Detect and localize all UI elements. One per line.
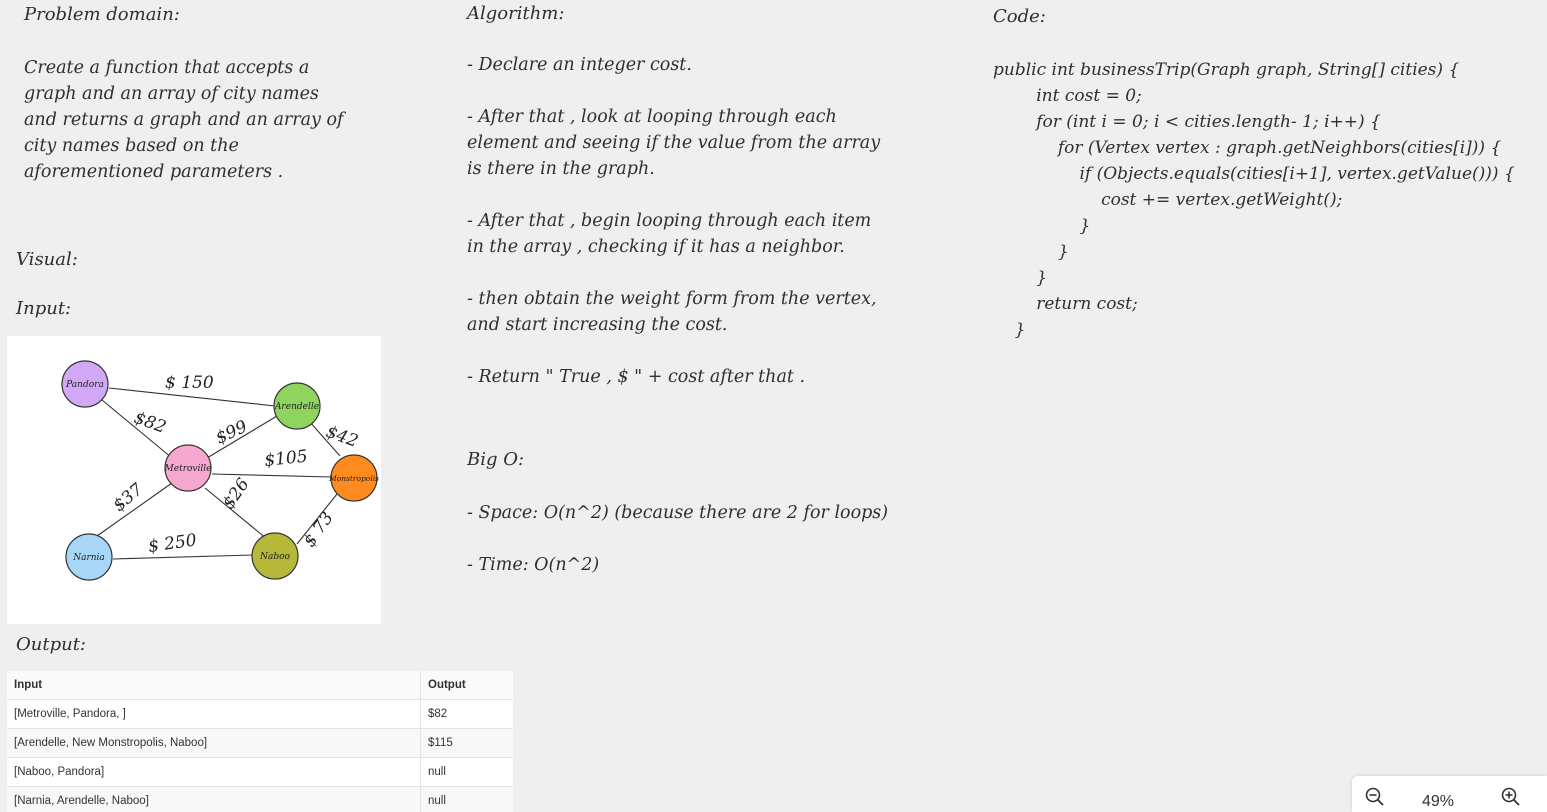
table-row: [Narnia, Arendelle, Naboo] null	[7, 786, 513, 812]
edge-label-arendelle-monstropolis: $42	[323, 422, 360, 452]
table-cell-output: $82	[420, 699, 513, 729]
node-label-pandora: Pandora	[65, 380, 104, 390]
big-o-heading: Big O:	[467, 449, 525, 470]
visual-heading: Visual:	[16, 249, 78, 270]
input-heading: Input:	[16, 298, 72, 319]
edge-label-pandora-metroville: $82	[131, 408, 168, 438]
node-label-naboo: Naboo	[259, 552, 290, 562]
edge-label-metroville-monstropolis: $105	[263, 447, 308, 471]
algorithm-heading: Algorithm:	[467, 3, 565, 24]
problem-domain-heading: Problem domain:	[24, 4, 180, 25]
table-row: [Arendelle, New Monstropolis, Naboo] $11…	[7, 728, 513, 758]
table-cell-output: $115	[420, 728, 513, 758]
node-label-monstropolis: Monstropolis	[328, 474, 379, 483]
table-header-input: Input	[7, 671, 421, 700]
big-o-time: - Time: O(n^2)	[467, 555, 600, 575]
edge-label-metroville-narnia: $37	[109, 480, 147, 516]
graph-diagram: $ 150 $82 $99 $42 $105 $37 $26 $ 250 $ 7…	[61, 360, 379, 581]
problem-domain-text: Create a function that accepts a graph a…	[24, 58, 344, 182]
table-row: [Naboo, Pandora] null	[7, 757, 513, 787]
code-heading: Code:	[993, 6, 1046, 27]
output-table: Input Output [Metroville, Pandora, ] $82…	[7, 671, 513, 812]
output-heading: Output:	[16, 634, 86, 655]
graph-image: $ 150 $82 $99 $42 $105 $37 $26 $ 250 $ 7…	[7, 336, 381, 624]
algorithm-step: - then obtain the weight form from the v…	[467, 289, 877, 335]
table-cell-output: null	[420, 757, 513, 787]
zoom-controls: 49%	[1352, 776, 1547, 812]
algorithm-steps: - Declare an integer cost. - After that …	[467, 52, 967, 416]
code-block: public int businessTrip(Graph graph, Str…	[993, 60, 1515, 340]
zoom-out-icon[interactable]	[1364, 786, 1390, 812]
node-label-arendelle: Arendelle	[274, 402, 319, 412]
table-cell-output: null	[420, 786, 513, 812]
graph-edge-metroville-monstropolis	[211, 473, 332, 478]
edge-label-monstropolis-naboo: $ 73	[300, 508, 338, 550]
edge-label-pandora-arendelle: $ 150	[165, 373, 214, 393]
zoom-in-icon[interactable]	[1500, 786, 1526, 812]
table-header-output: Output	[420, 671, 513, 700]
algorithm-step: - After that , begin looping through eac…	[467, 211, 872, 257]
table-cell-input: [Naboo, Pandora]	[7, 757, 421, 787]
node-label-metroville: Metroville	[164, 464, 212, 474]
graph-edge-narnia-naboo	[112, 554, 254, 560]
zoom-level: 49%	[1422, 793, 1455, 810]
table-row: [Metroville, Pandora, ] $82	[7, 699, 513, 729]
big-o-space: - Space: O(n^2) (because there are 2 for…	[467, 503, 889, 523]
table-header-row: Input Output	[7, 671, 513, 700]
edge-label-metroville-naboo: $26	[219, 475, 254, 513]
algorithm-step: - Declare an integer cost.	[467, 55, 692, 75]
table-cell-input: [Arendelle, New Monstropolis, Naboo]	[7, 728, 421, 758]
algorithm-step: - After that , look at looping through e…	[467, 107, 881, 179]
node-label-narnia: Narnia	[72, 553, 105, 563]
table-cell-input: [Metroville, Pandora, ]	[7, 699, 421, 729]
edge-label-narnia-naboo: $ 250	[147, 530, 198, 557]
table-cell-input: [Narnia, Arendelle, Naboo]	[7, 786, 421, 812]
algorithm-step: - Return " True , $ " + cost after that …	[467, 367, 806, 387]
